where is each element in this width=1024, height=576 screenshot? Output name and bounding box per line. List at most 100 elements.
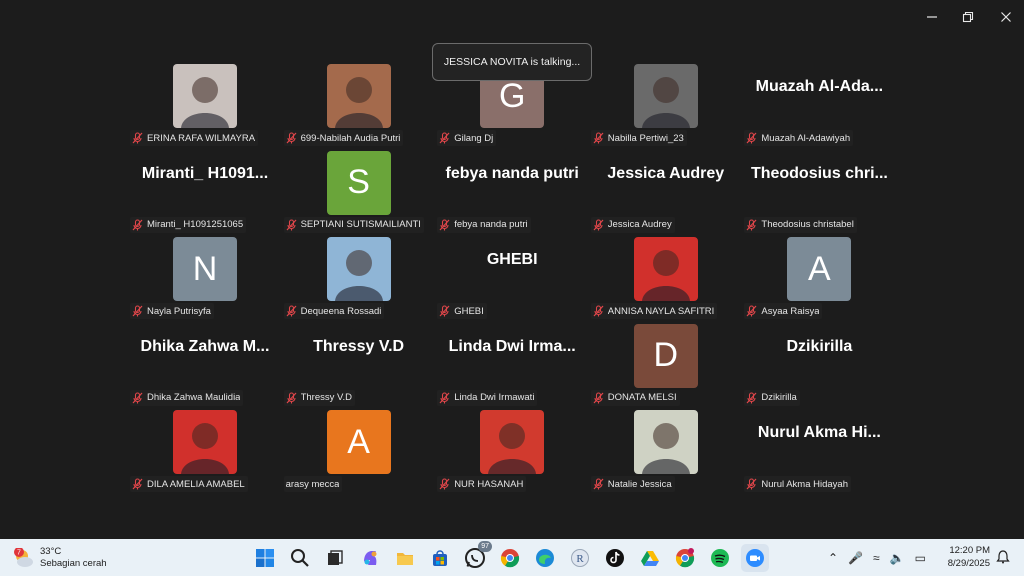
participant-name: GHEBI (454, 305, 484, 317)
participant-tile[interactable]: N Nayla Putrisyfa (128, 231, 282, 320)
edge-button[interactable] (531, 544, 559, 572)
participant-tile[interactable]: D DONATA MELSI (589, 318, 743, 406)
minimize-button[interactable] (918, 6, 946, 28)
chrome-button[interactable] (496, 544, 524, 572)
participant-name-label: Muazah Al-Adawiyah (744, 130, 854, 146)
muted-mic-icon (286, 132, 297, 144)
weather-widget[interactable]: 7 33°C Sebagian cerah (12, 543, 107, 573)
participant-name-label: Nabilla Pertiwi_23 (590, 130, 687, 146)
participant-name: Linda Dwi Irmawati (454, 392, 535, 404)
participant-tile[interactable]: S SEPTIANI SUTISMAILIANTI (282, 145, 436, 233)
participant-tile[interactable]: Linda Dwi Irma... Linda Dwi Irmawati (435, 318, 589, 406)
participant-tile[interactable]: Dzikirilla Dzikirilla (742, 318, 896, 406)
participant-tile[interactable]: 699-Nabilah Audia Putri (282, 58, 436, 146)
participant-tile[interactable]: A Asyaa Raisya (742, 231, 896, 320)
google-drive-button[interactable] (636, 544, 664, 572)
close-button[interactable] (992, 6, 1020, 28)
battery-icon[interactable]: ▭ (915, 551, 926, 565)
participant-display-name: Linda Dwi Irma... (448, 337, 576, 355)
participant-name-label: Linda Dwi Irmawati (437, 389, 538, 406)
participant-name-label: arasy mecca (283, 476, 343, 493)
participant-tile[interactable]: febya nanda putri febya nanda putri (435, 145, 589, 233)
participant-name: Miranti_ H1091251065 (147, 219, 244, 231)
muted-mic-icon (746, 219, 757, 231)
chrome-profile-icon (675, 548, 695, 568)
participant-display-name: Dhika Zahwa M... (140, 337, 270, 355)
show-hidden-icons-button[interactable]: ⌃ (828, 551, 838, 565)
muted-mic-icon (439, 132, 450, 144)
participant-display-name: Jessica Audrey (607, 164, 725, 182)
muted-mic-icon (593, 478, 604, 490)
participant-tile[interactable]: DILA AMELIA AMABEL (128, 404, 282, 493)
participant-tile[interactable]: Nabilla Pertiwi_23 (589, 58, 743, 146)
svg-text:R: R (576, 553, 584, 565)
avatar-letter: D (653, 336, 679, 375)
person-photo-icon (334, 250, 383, 302)
title-bar (0, 0, 1024, 34)
participant-tile[interactable]: Theodosius chri... Theodosius christabel (742, 145, 896, 233)
wifi-icon[interactable]: ≈ (873, 551, 880, 565)
participant-tile[interactable]: ANNISA NAYLA SAFITRI (589, 231, 743, 320)
participant-display-name: Dzikirilla (786, 337, 853, 355)
participant-tile[interactable]: Aarasy mecca (282, 404, 436, 493)
start-button[interactable] (251, 544, 279, 572)
person-photo-icon (641, 250, 690, 302)
participant-letter-avatar: S (326, 150, 391, 215)
participant-tile[interactable]: NUR HASANAH (435, 404, 589, 493)
participant-tile[interactable]: Nurul Akma Hi... Nurul Akma Hidayah (742, 404, 896, 493)
system-tray: ⌃ 🎤 ≈ 🔈 ▭ (828, 547, 936, 569)
weather-temp: 33°C (40, 546, 62, 557)
participant-name-label: Miranti_ H1091251065 (130, 216, 247, 233)
microphone-status-icon[interactable]: 🎤 (848, 551, 863, 565)
file-explorer-button[interactable] (391, 544, 419, 572)
participant-tile[interactable]: Dequeena Rossadi (282, 231, 436, 320)
participant-name: DONATA MELSI (607, 392, 677, 404)
participant-photo (173, 64, 237, 128)
participant-tile[interactable]: Muazah Al-Ada... Muazah Al-Adawiyah (742, 58, 896, 146)
participant-name-label: Asyaa Raisya (744, 303, 823, 320)
taskbar-clock[interactable]: 12:20 PM 8/29/2025 (940, 544, 990, 570)
copilot-icon (364, 551, 377, 565)
participant-name: Theodosius christabel (761, 219, 854, 231)
participant-display-name: febya nanda putri (445, 164, 579, 182)
copilot-button[interactable] (356, 544, 384, 572)
spotify-button[interactable] (706, 544, 734, 572)
file-explorer-icon (397, 553, 413, 565)
participant-tile[interactable]: Dhika Zahwa M... Dhika Zahwa Maulidia (128, 318, 282, 406)
task-view-button[interactable] (321, 544, 349, 572)
participant-tile[interactable]: ERINA RAFA WILMAYRA (128, 58, 282, 146)
search-button[interactable] (286, 544, 314, 572)
person-photo-icon (181, 77, 229, 128)
muted-mic-icon (746, 305, 757, 317)
participant-tile[interactable]: Thressy V.D Thressy V.D (282, 318, 436, 406)
muted-mic-icon (593, 305, 604, 317)
tiktok-icon (606, 549, 624, 567)
zoom-button[interactable] (741, 544, 769, 572)
muted-mic-icon (593, 392, 604, 404)
participant-name: ANNISA NAYLA SAFITRI (607, 305, 715, 317)
volume-icon[interactable]: 🔈 (890, 551, 905, 565)
participant-name: Dzikirilla (761, 392, 797, 404)
participant-tile[interactable]: Natalie Jessica (589, 404, 743, 493)
participant-name: Nayla Putrisyfa (147, 305, 211, 317)
participant-tile[interactable]: Jessica Audrey Jessica Audrey (589, 145, 743, 233)
tiktok-button[interactable] (601, 544, 629, 572)
participant-tile[interactable]: Miranti_ H1091... Miranti_ H1091251065 (128, 145, 282, 233)
gallery-view: ERINA RAFA WILMAYRA 699-Nabilah Audia Put… (0, 34, 1024, 539)
participant-name: Gilang Dj (454, 132, 494, 144)
r-app-button[interactable]: R (566, 544, 594, 572)
participant-name-label: Thressy V.D (283, 389, 355, 406)
whatsapp-button[interactable]: 97 (461, 541, 492, 572)
notification-bell-icon[interactable] (996, 550, 1010, 564)
muted-mic-icon (286, 305, 297, 317)
participant-tile[interactable]: GHEBI GHEBI (435, 231, 589, 320)
participant-name-label: Dzikirilla (744, 389, 800, 406)
participant-letter-avatar: A (787, 237, 852, 302)
restore-button[interactable] (954, 6, 982, 28)
muted-mic-icon (132, 132, 143, 144)
chrome-profile-button[interactable] (671, 544, 699, 572)
participant-name-label: ERINA RAFA WILMAYRA (130, 130, 259, 146)
person-photo-icon (641, 423, 690, 475)
person-photo-icon (334, 77, 383, 128)
store-button[interactable] (426, 544, 454, 572)
